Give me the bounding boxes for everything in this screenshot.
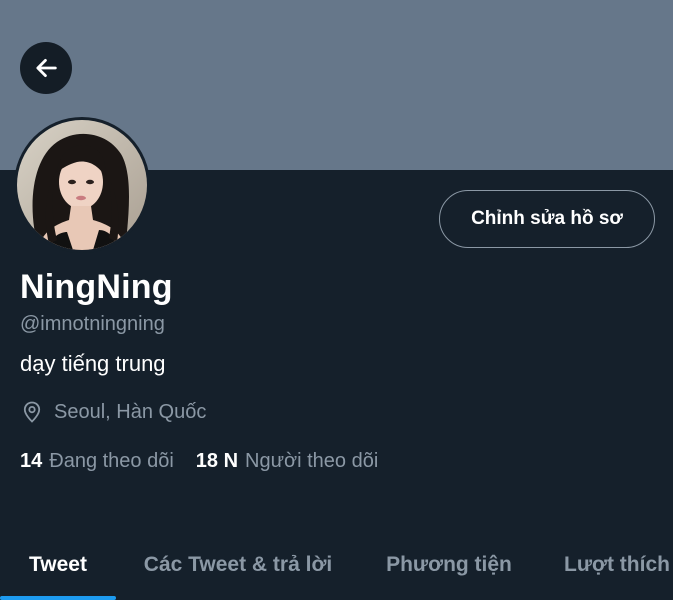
following-link[interactable]: 14 Đang theo dõi [20, 450, 174, 473]
location-pin-icon [20, 400, 54, 424]
profile-tabs: Tweet Các Tweet & trả lời Phương tiện Lư… [0, 530, 673, 600]
following-label: Đang theo dõi [49, 450, 174, 472]
tab-media-label: Phương tiện [386, 553, 512, 576]
followers-count: 18 N [195, 450, 239, 472]
tab-likes[interactable]: Lượt thích [538, 530, 673, 600]
display-name: NingNing [20, 268, 173, 306]
tab-tweets[interactable]: Tweet [0, 530, 116, 600]
tab-likes-label: Lượt thích [564, 553, 670, 576]
arrow-left-icon [32, 54, 60, 82]
location-text: Seoul, Hàn Quốc [54, 400, 207, 423]
tab-media[interactable]: Phương tiện [360, 530, 538, 600]
profile-bio: dạy tiếng trung [20, 351, 166, 376]
followers-link[interactable]: 18 N Người theo dõi [196, 450, 379, 473]
tab-tweets-and-replies-label: Các Tweet & trả lời [143, 553, 333, 576]
edit-profile-button[interactable]: Chỉnh sửa hồ sơ [439, 190, 655, 248]
profile-handle: @imnotningning [20, 313, 165, 335]
tab-tweets-and-replies[interactable]: Các Tweet & trả lời [116, 530, 360, 600]
followers-label: Người theo dõi [245, 450, 379, 472]
profile-location: Seoul, Hàn Quốc [20, 400, 206, 424]
avatar-photo [17, 120, 147, 250]
back-button[interactable] [20, 42, 72, 94]
active-tab-indicator [0, 596, 116, 600]
following-count: 14 [20, 450, 43, 472]
tab-tweets-label: Tweet [29, 553, 87, 576]
avatar[interactable] [14, 117, 150, 253]
follow-stats: 14 Đang theo dõi 18 N Người theo dõi [20, 450, 400, 473]
